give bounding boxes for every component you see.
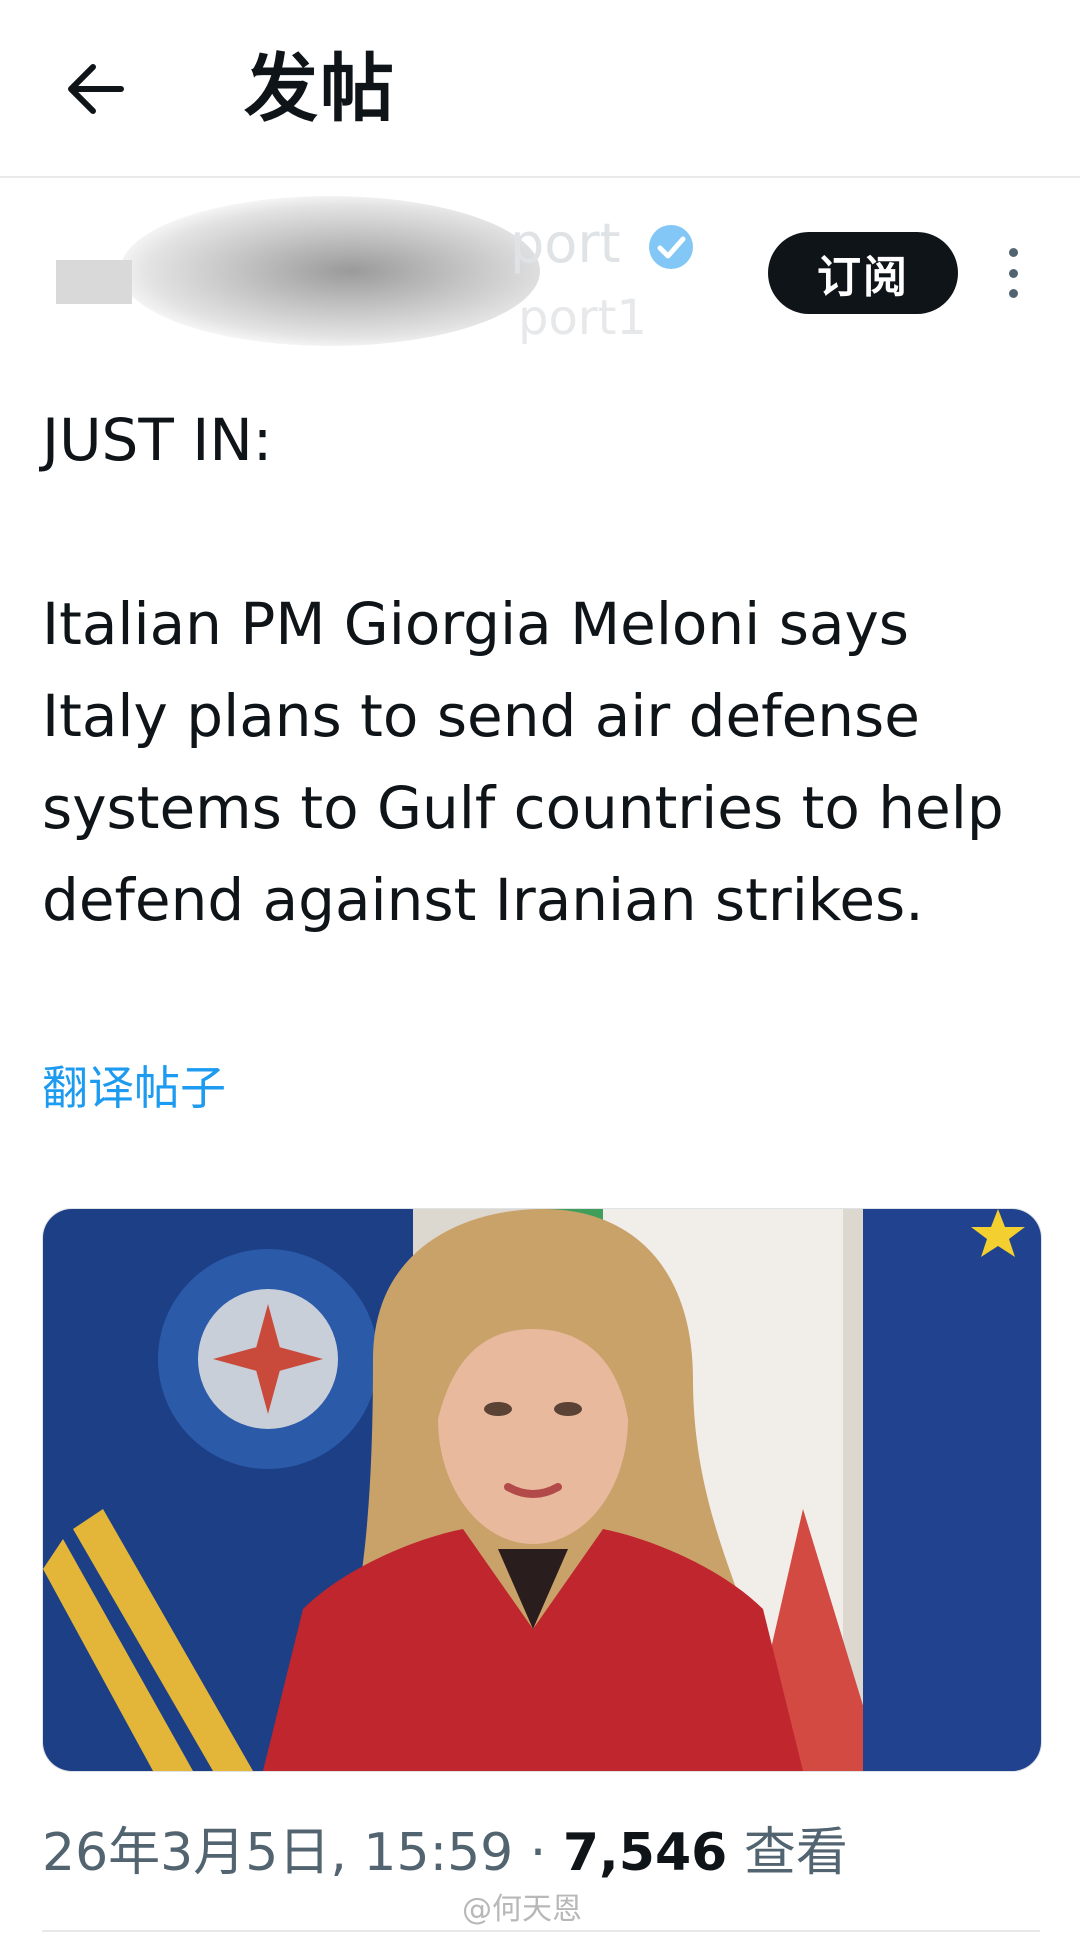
avatar[interactable] bbox=[56, 260, 132, 304]
tweet-lead: JUST IN: bbox=[42, 406, 273, 474]
page-title: 发帖 bbox=[244, 46, 396, 132]
tweet-meta: 26年3月5日, 15:59 · 7,546 查看 bbox=[42, 1818, 848, 1888]
timestamp[interactable]: 26年3月5日, 15:59 bbox=[42, 1823, 513, 1883]
translate-post-link[interactable]: 翻译帖子 bbox=[42, 1060, 226, 1116]
author-row: port port1 订阅 bbox=[0, 178, 1080, 358]
author-name[interactable]: port bbox=[510, 214, 621, 274]
tweet-body: Italian PM Giorgia Meloni says Italy pla… bbox=[42, 590, 1004, 934]
views-count: 7,546 bbox=[562, 1823, 728, 1883]
subscribe-button[interactable]: 订阅 bbox=[768, 232, 958, 314]
top-bar: 发帖 bbox=[0, 0, 1080, 178]
tweet-text: JUST IN: Italian PM Giorgia Meloni says … bbox=[42, 394, 1042, 946]
arrow-left-icon bbox=[68, 64, 124, 114]
meta-separator: · bbox=[513, 1823, 563, 1883]
back-button[interactable] bbox=[52, 46, 138, 132]
weibo-watermark: @何天恩 bbox=[462, 1892, 582, 1927]
verified-badge-icon bbox=[649, 225, 693, 269]
views-label: 查看 bbox=[727, 1823, 848, 1883]
author-handle[interactable]: port1 bbox=[518, 290, 647, 346]
photo-illustration bbox=[43, 1209, 1041, 1771]
tweet-photo[interactable] bbox=[42, 1208, 1042, 1772]
divider bbox=[42, 1930, 1040, 1932]
blurred-author-area bbox=[120, 196, 540, 346]
more-vertical-icon[interactable] bbox=[1000, 248, 1026, 298]
